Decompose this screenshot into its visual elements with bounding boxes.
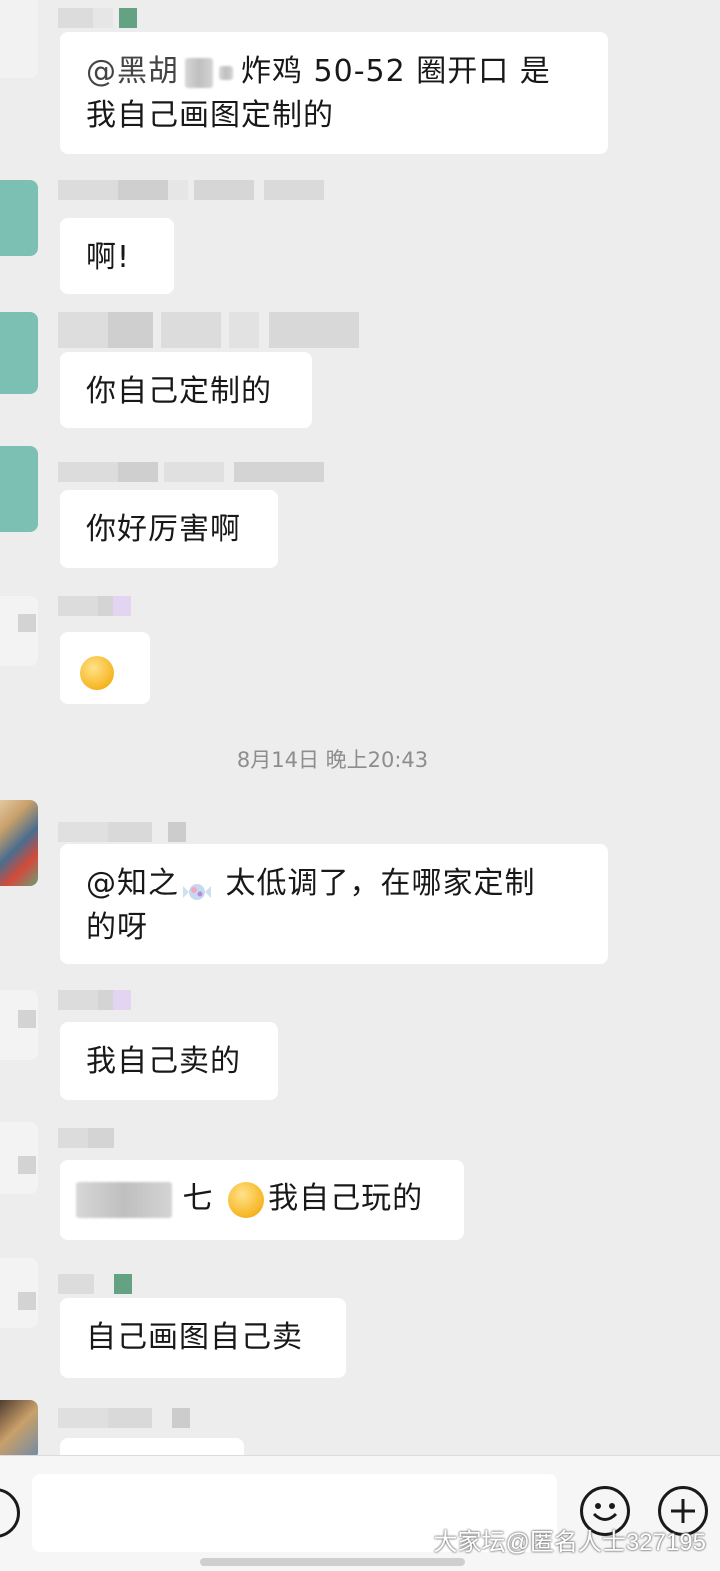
avatar[interactable] (0, 180, 38, 256)
blurred-text (76, 1181, 172, 1218)
timestamp: 8月14日 晚上20:43 (236, 748, 429, 772)
message-text: @知之 太低调了，在哪家定制 (86, 862, 582, 906)
message-text-part: 七 (182, 1181, 225, 1216)
message-bubble[interactable]: @黑胡 炸鸡 50-52 圈开口 是 我自己画图定制的 (60, 32, 608, 154)
blurred-text (219, 65, 233, 80)
avatar[interactable] (0, 990, 38, 1060)
blurred-nickname (58, 990, 131, 1010)
message-text: @黑胡 炸鸡 50-52 圈开口 是 (86, 50, 582, 94)
message-bubble[interactable]: 你自己定制的 (60, 352, 312, 428)
message-text-part: 我自己玩的 (268, 1181, 424, 1216)
mention-text: @知之 (86, 866, 179, 901)
blurred-nickname (58, 1274, 132, 1294)
message-bubble[interactable]: 啊! (60, 218, 174, 294)
avatar[interactable] (0, 1122, 38, 1194)
blurred-nickname (58, 1128, 114, 1148)
message-bubble[interactable]: 七 我自己玩的 (60, 1160, 464, 1240)
avatar[interactable] (0, 0, 38, 78)
laughing-emoji-icon (80, 655, 114, 690)
blurred-nickname (58, 1408, 190, 1428)
blurred-nickname (58, 462, 324, 482)
home-indicator[interactable] (200, 1558, 465, 1566)
avatar[interactable] (0, 312, 38, 394)
blurred-nickname (58, 180, 324, 200)
avatar[interactable] (0, 800, 38, 886)
avatar[interactable] (0, 1400, 38, 1460)
mention-text: @黑胡 (86, 54, 179, 89)
message-text-line2: 我自己画图定制的 (86, 98, 334, 133)
message-bubble[interactable]: 我自己卖的 (60, 1022, 278, 1100)
watermark: 大家坛@匿名人士327195 (433, 1529, 706, 1556)
blurred-nickname (58, 822, 186, 842)
blurred-nickname (58, 8, 137, 28)
blurred-text (185, 57, 213, 88)
message-bubble[interactable] (60, 632, 150, 704)
message-text-part: 炸鸡 50-52 圈开口 是 (241, 54, 551, 89)
message-text: 自己画图自己卖 (86, 1320, 303, 1355)
voice-button[interactable] (0, 1488, 20, 1538)
message-text-line2: 的呀 (86, 910, 148, 945)
message-text-part: 太低调了，在哪家定制 (215, 866, 536, 901)
message-text: 你自己定制的 (86, 374, 272, 409)
blurred-nickname (58, 596, 131, 616)
blurred-nickname (58, 312, 359, 348)
avatar[interactable] (0, 596, 38, 666)
message-text: 你好厉害啊 (86, 512, 241, 547)
message-bubble[interactable]: 自己画图自己卖 (60, 1298, 346, 1378)
message-bubble[interactable]: @知之 太低调了，在哪家定制 的呀 (60, 844, 608, 964)
avatar[interactable] (0, 446, 38, 532)
message-text: 我自己卖的 (86, 1044, 241, 1079)
candy-icon (179, 873, 215, 900)
message-text: 啊! (86, 240, 131, 275)
message-bubble[interactable]: 你好厉害啊 (60, 490, 278, 568)
avatar[interactable] (0, 1258, 38, 1328)
pleading-face-icon (228, 1181, 265, 1218)
